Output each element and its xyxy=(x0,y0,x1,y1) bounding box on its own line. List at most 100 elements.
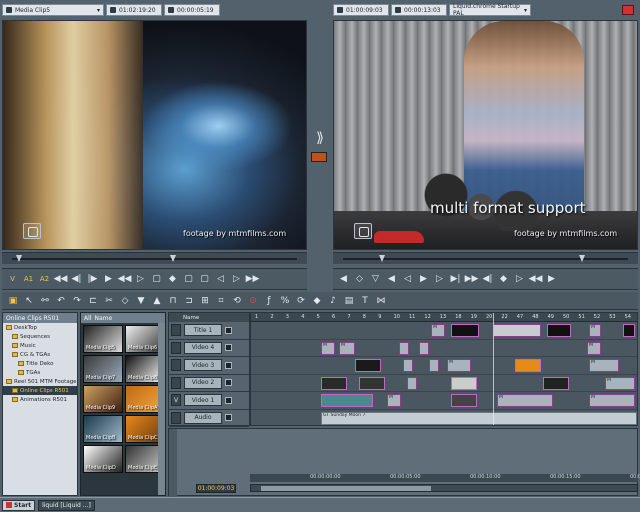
record-transport-button[interactable]: ▶ xyxy=(417,273,430,286)
source-transport-button[interactable]: V xyxy=(6,273,19,286)
splice-icon[interactable]: ▼ xyxy=(134,294,148,308)
record-transport-button[interactable]: ▶▶ xyxy=(465,273,479,286)
track-video2[interactable]: M xyxy=(251,375,637,392)
timeline-clip[interactable]: M xyxy=(431,324,445,337)
bin-tree-item[interactable]: TGAs xyxy=(3,368,77,377)
folder-icon[interactable]: ▣ xyxy=(6,294,20,308)
timeline-clip[interactable] xyxy=(451,394,477,407)
clip-thumbnail[interactable]: Media Clip7 xyxy=(83,355,123,383)
bin-tree-item[interactable]: Sequences xyxy=(3,332,77,341)
video-icon[interactable]: ▤ xyxy=(342,294,356,308)
timeline-hscroll[interactable] xyxy=(250,484,638,492)
track-lock-icon[interactable] xyxy=(225,326,232,334)
record-transport-button[interactable]: ◀ xyxy=(337,273,350,286)
title-icon[interactable]: T xyxy=(358,294,372,308)
record-transport-button[interactable]: ◀ xyxy=(385,273,398,286)
record-transport-button[interactable]: ▷ xyxy=(513,273,526,286)
source-safe-area-button[interactable] xyxy=(23,223,41,239)
timeline-clip[interactable]: M xyxy=(387,394,401,407)
track-lock-icon[interactable] xyxy=(225,379,232,387)
timeline-clip[interactable]: M xyxy=(589,359,619,372)
track-title1[interactable]: M M xyxy=(251,322,637,340)
record-arm-button[interactable] xyxy=(311,152,327,162)
timeline[interactable]: 1 2 3 4 5 6 7 8 9 10 11 12 13 18 19 20 22 47 48 49 50 51 52 53 5… xyxy=(250,312,638,426)
bin-tree-item[interactable]: Animations R501 xyxy=(3,395,77,404)
track-video3[interactable]: M M xyxy=(251,357,637,375)
source-transport-button[interactable]: ▶ xyxy=(102,273,115,286)
timeline-clip[interactable]: M xyxy=(605,376,635,390)
timeline-clip[interactable] xyxy=(419,341,429,355)
overview-ruler[interactable]: 00:00:00:00 00:00:05:00 00:00:10:00 00:00:1… xyxy=(250,474,640,482)
source-transport-button[interactable]: ▢ xyxy=(198,273,211,286)
record-transport-button[interactable]: ◇ xyxy=(353,273,366,286)
source-clip-dropdown[interactable]: Media Clip5 ▾ xyxy=(2,4,104,16)
source-tc-in[interactable]: 01:02:19:20 xyxy=(106,4,162,16)
source-transport-button[interactable]: ◁ xyxy=(214,273,227,286)
record-transport-button[interactable]: ◁ xyxy=(401,273,414,286)
bin-tree-item[interactable]: Reel 501 MTM Footage xyxy=(3,377,77,386)
audio-clip[interactable]: GT Sunday Moon 7 xyxy=(321,411,637,425)
liquid-logo-icon[interactable] xyxy=(622,5,634,15)
source-transport-button[interactable]: A1 xyxy=(22,273,35,286)
record-transport-button[interactable]: ▽ xyxy=(369,273,382,286)
thumbs-all-button[interactable]: All xyxy=(84,315,91,322)
record-transport-button[interactable]: ◀◀ xyxy=(529,273,543,286)
source-monitor[interactable]: footage by mtmfilms.com xyxy=(2,20,307,250)
link-icon[interactable]: ⚯ xyxy=(38,294,52,308)
timeline-clip[interactable] xyxy=(515,359,541,372)
bin-tree-item[interactable]: CG & TGAs xyxy=(3,350,77,359)
clip-thumbnail[interactable]: Media ClipB xyxy=(83,415,123,443)
split-icon[interactable]: ⌗ xyxy=(214,294,228,308)
bin-tree-item[interactable]: Title Deko xyxy=(3,359,77,368)
timeline-clip[interactable]: M xyxy=(321,341,335,355)
record-transport-button[interactable]: ◀| xyxy=(481,273,494,286)
timeline-clip[interactable]: M xyxy=(447,359,471,372)
source-scrub-bar[interactable] xyxy=(2,252,307,264)
record-transport-button[interactable]: ▷ xyxy=(433,273,446,286)
track-lock-icon[interactable] xyxy=(225,396,232,404)
bin-tree-item[interactable]: Music xyxy=(3,341,77,350)
timeline-clip[interactable] xyxy=(403,359,413,372)
bin-tree-item[interactable]: Online Clips R501 xyxy=(3,386,77,395)
timeline-clip[interactable] xyxy=(543,376,569,390)
source-transport-button[interactable]: ▷ xyxy=(134,273,147,286)
pointer-icon[interactable]: ↖ xyxy=(22,294,36,308)
trim-icon[interactable]: ⊏ xyxy=(86,294,100,308)
timeline-clip[interactable]: M xyxy=(589,324,601,337)
source-transport-button[interactable]: ◀◀ xyxy=(118,273,132,286)
timeline-clip[interactable] xyxy=(493,324,541,337)
track-select-button[interactable]: V xyxy=(171,394,181,407)
sync-link-icon[interactable]: ⟫ xyxy=(310,130,330,146)
track-name[interactable]: Video 3 xyxy=(184,359,222,372)
timeline-clip[interactable] xyxy=(321,394,373,407)
hscroll-thumb[interactable] xyxy=(261,486,431,491)
source-transport-button[interactable]: ▷ xyxy=(230,273,243,286)
record-transport-button[interactable]: ◆ xyxy=(497,273,510,286)
track-lock-icon[interactable] xyxy=(225,344,232,352)
record-tc-dur[interactable]: 00:00:13:03 xyxy=(391,4,447,16)
timeline-clip[interactable]: M xyxy=(587,341,601,355)
timeline-clip[interactable] xyxy=(623,324,635,337)
clip-thumbnail[interactable]: Media Clip5 xyxy=(83,325,123,353)
timeline-clip[interactable] xyxy=(355,359,381,372)
track-scrollbar[interactable] xyxy=(169,429,177,497)
record-scrub-bar[interactable] xyxy=(333,252,638,264)
record-transport-button[interactable]: ▶| xyxy=(449,273,462,286)
track-name[interactable]: Video 1 xyxy=(184,394,222,407)
timeline-clip[interactable] xyxy=(451,324,479,337)
track-name[interactable]: Video 2 xyxy=(184,376,222,389)
track-lock-icon[interactable] xyxy=(225,414,232,422)
track-select-button[interactable] xyxy=(171,376,181,389)
track-video4[interactable]: M M M xyxy=(251,340,637,357)
source-transport-button[interactable]: ▶▶ xyxy=(246,273,260,286)
render-icon[interactable]: ⟳ xyxy=(294,294,308,308)
timeline-clip[interactable] xyxy=(429,359,439,372)
timeline-clip[interactable]: M xyxy=(497,394,553,407)
undo-icon[interactable]: ↶ xyxy=(54,294,68,308)
track-lock-icon[interactable] xyxy=(225,361,232,369)
record-safe-area-button[interactable] xyxy=(354,223,372,239)
source-transport-button[interactable]: ◆ xyxy=(166,273,179,286)
playhead[interactable] xyxy=(493,313,494,425)
bin-tree-item[interactable]: DeskTop xyxy=(3,323,77,332)
source-transport-button[interactable]: ◀◀ xyxy=(54,273,68,286)
